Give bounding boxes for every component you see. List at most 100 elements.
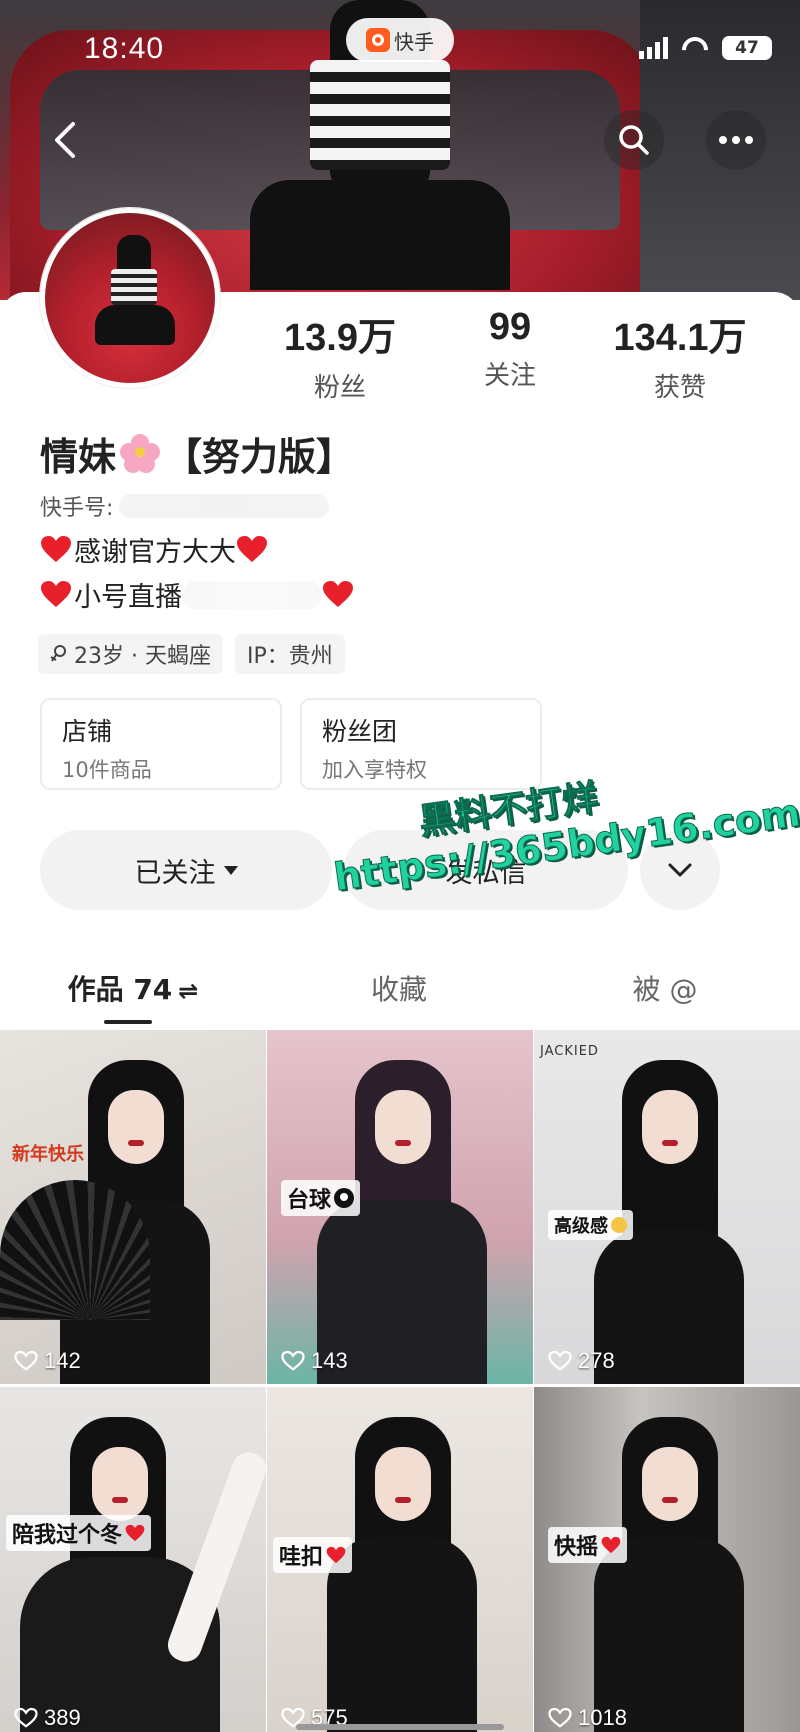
heart-icon (601, 1536, 621, 1554)
wifi-icon (682, 37, 708, 59)
tab-works[interactable]: 作品 74 ⇌ (0, 948, 266, 1028)
heart-outline-icon (281, 1350, 305, 1371)
flower-icon (120, 433, 161, 474)
bio-line-1: 感谢官方大大 (40, 530, 270, 569)
video-overlay-text: 台球 (281, 1180, 361, 1216)
status-icons: 47 (639, 36, 772, 60)
video-overlay-label: 快摇 (554, 1535, 599, 1560)
chevron-left-icon (55, 122, 75, 158)
followers-count: 13.9万 (284, 317, 396, 359)
following-count: 99 (488, 306, 532, 348)
fan-club-box[interactable]: 粉丝团 加入享特权 (300, 698, 542, 790)
search-button[interactable] (604, 110, 664, 170)
chevron-down-icon (668, 863, 692, 877)
message-label: 发私信 (445, 857, 527, 889)
video-extra-text: 新年快乐 (12, 1144, 84, 1165)
video-brand-text: JACKIED (540, 1044, 599, 1059)
video-likes-count: 142 (44, 1348, 81, 1373)
tab-favorites-label: 收藏 (370, 973, 427, 1006)
tab-mentions-label: 被 @ (632, 973, 698, 1006)
billiard-ball-icon (334, 1188, 355, 1208)
likes-count: 134.1万 (613, 317, 747, 359)
heart-icon (322, 580, 356, 610)
video-likes-count: 278 (578, 1348, 615, 1373)
heart-outline-icon (14, 1350, 38, 1371)
age-tag: 23岁 · 天蝎座 (38, 634, 223, 674)
bio-line-2: 小号直播 (40, 575, 356, 614)
video-thumbnail[interactable]: 快摇 1018 (534, 1387, 800, 1732)
app-pill[interactable]: 快手 (346, 18, 454, 62)
video-thumbnail[interactable]: 哇扣 575 (267, 1387, 533, 1732)
caret-down-icon (223, 865, 238, 875)
profile-boxes: 店铺 10件商品 粉丝团 加入享特权 (40, 698, 542, 790)
back-button[interactable] (36, 110, 96, 170)
bio-blurred (182, 580, 322, 609)
heart-outline-icon (548, 1350, 572, 1371)
video-likes: 143 (281, 1348, 348, 1374)
kuaishou-id[interactable]: 快手号: (40, 490, 330, 522)
likes-label: 获赞 (653, 373, 706, 403)
profile-name-part2: 【努力版】 (164, 435, 355, 479)
video-overlay-label: 陪我过个冬 (12, 1523, 123, 1548)
video-overlay-label: 高级感 (554, 1216, 608, 1237)
stat-followers[interactable]: 13.9万 粉丝 (240, 306, 440, 404)
profile-stats: 13.9万 粉丝 99 关注 134.1万 获赞 (240, 306, 800, 404)
profile-actions: 已关注 发私信 (40, 830, 720, 910)
ip-tag: IP：贵州 (234, 634, 345, 674)
status-time: 18:40 (84, 32, 165, 65)
bio-line-2-text: 小号直播 (74, 582, 182, 613)
video-thumbnail[interactable]: 台球 143 (267, 1030, 533, 1384)
swap-icon[interactable]: ⇌ (178, 977, 198, 1005)
ip-tag-text: IP：贵州 (246, 644, 333, 669)
message-button[interactable]: 发私信 (344, 830, 628, 910)
female-icon (50, 645, 66, 662)
kuaishou-id-blurred (119, 494, 330, 518)
heart-icon (236, 535, 270, 565)
ok-hand-icon (611, 1217, 627, 1233)
tab-works-label: 作品 74 (67, 973, 173, 1006)
search-icon (619, 125, 649, 155)
followers-label: 粉丝 (313, 373, 366, 403)
stat-following[interactable]: 99 关注 (440, 306, 580, 404)
profile-tags: 23岁 · 天蝎座 IP：贵州 (38, 634, 345, 674)
shop-box[interactable]: 店铺 10件商品 (40, 698, 282, 790)
video-likes-count: 389 (44, 1705, 81, 1730)
fan-club-title: 粉丝团 (322, 717, 398, 746)
video-overlay-label: 哇扣 (279, 1545, 324, 1570)
more-dots-icon (719, 136, 753, 144)
content-tabs: 作品 74 ⇌ 收藏 被 @ (0, 948, 800, 1028)
video-thumbnail[interactable]: JACKIED 高级感 278 (534, 1030, 800, 1384)
video-likes: 1018 (548, 1705, 627, 1731)
battery-indicator: 47 (722, 36, 772, 60)
video-overlay-label: 台球 (287, 1188, 332, 1213)
stat-likes[interactable]: 134.1万 获赞 (580, 306, 780, 404)
heart-icon (40, 580, 74, 610)
shop-title: 店铺 (62, 717, 113, 746)
home-indicator[interactable] (296, 1724, 504, 1730)
kuaishou-id-label: 快手号: (40, 496, 114, 521)
video-likes-count: 143 (311, 1348, 348, 1373)
tab-favorites[interactable]: 收藏 (266, 948, 532, 1028)
video-overlay-text: 高级感 (548, 1210, 633, 1240)
video-likes-count: 1018 (578, 1705, 627, 1730)
followed-button[interactable]: 已关注 (40, 830, 332, 910)
tab-mentions[interactable]: 被 @ (532, 948, 798, 1028)
avatar[interactable] (40, 208, 220, 388)
heart-icon (326, 1546, 346, 1564)
kuaishou-logo-icon (366, 28, 390, 52)
video-thumbnail[interactable]: 陪我过个冬 389 (0, 1387, 266, 1732)
video-likes: 278 (548, 1348, 615, 1374)
video-overlay-text: 哇扣 (273, 1537, 353, 1573)
fan-club-subtitle: 加入享特权 (322, 758, 427, 782)
video-thumbnail[interactable]: 新年快乐 142 (0, 1030, 266, 1384)
shop-subtitle: 10件商品 (62, 758, 152, 782)
heart-icon (125, 1524, 145, 1542)
expand-button[interactable] (640, 830, 720, 910)
more-button[interactable] (706, 110, 766, 170)
video-grid: 新年快乐 142 台球 143 JACKIED 高级感 278 陪我过个冬 38… (0, 1030, 800, 1732)
age-tag-text: 23岁 · 天蝎座 (74, 644, 211, 669)
video-overlay-text: 快摇 (548, 1527, 628, 1563)
profile-name: 情妹 【努力版】 (40, 426, 354, 481)
signal-icon (639, 37, 668, 59)
fan-prop (0, 1180, 150, 1320)
